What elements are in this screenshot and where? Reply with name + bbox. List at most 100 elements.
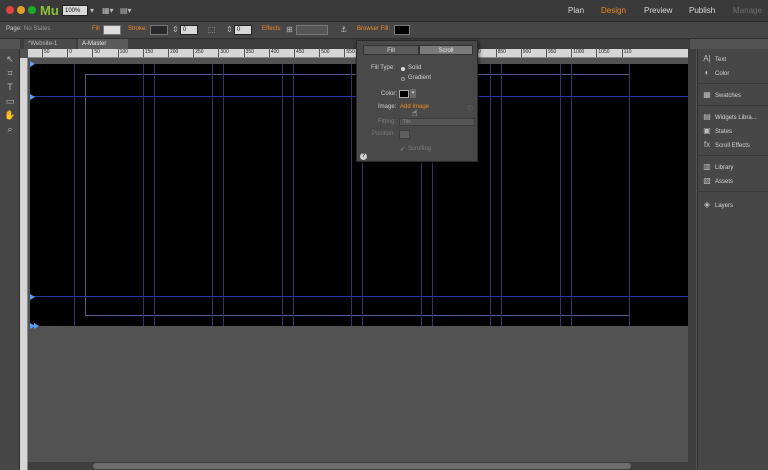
panel-library[interactable]: ▥ Library — [702, 161, 733, 173]
stroke-width-field[interactable]: 0 — [180, 25, 198, 35]
effects-label[interactable]: Effects: — [262, 26, 282, 32]
anchor-icon[interactable]: ⚓ — [340, 25, 347, 35]
column-guide — [223, 64, 224, 326]
crop-tool-icon[interactable]: ⌗ — [4, 67, 16, 79]
radio-gradient[interactable] — [401, 77, 405, 81]
layout-options-icon[interactable]: ▤▾ — [120, 5, 132, 16]
column-guide — [490, 64, 491, 326]
text-panel-icon: A| — [703, 54, 711, 63]
ruler-label: 50 — [94, 49, 100, 55]
fill-swatch[interactable] — [103, 25, 121, 35]
panel-label: Color — [715, 71, 730, 77]
mode-design[interactable]: Design — [601, 6, 626, 15]
vertical-ruler — [20, 58, 28, 470]
stepper-icon[interactable]: ⇕ — [172, 25, 179, 35]
corner-radius-field[interactable]: 0 — [234, 25, 252, 35]
fitting-select[interactable]: Tile — [399, 118, 475, 126]
hand-tool-icon[interactable]: ✋ — [4, 109, 16, 121]
panel-swatches[interactable]: ▦ Swatches — [702, 89, 741, 101]
panel-color[interactable]: ◐ Color — [702, 67, 730, 79]
header-guide-marker[interactable] — [30, 94, 35, 100]
horizontal-guide[interactable] — [30, 296, 688, 297]
info-icon[interactable]: ⓘ — [467, 104, 473, 113]
effects-icon[interactable]: ⊞ — [286, 25, 293, 35]
horizontal-scroll-thumb[interactable] — [93, 463, 631, 469]
ruler-label: 500 — [321, 49, 330, 55]
color-swatch[interactable] — [399, 90, 409, 98]
panel-divider — [698, 191, 768, 192]
stroke-swatch[interactable] — [150, 25, 168, 35]
ruler-tick — [67, 48, 69, 57]
column-guide — [74, 64, 75, 326]
tab-a-master[interactable]: A-Master — [78, 39, 128, 49]
panel-label: Scroll Effects — [715, 143, 750, 149]
ruler-label: 950 — [548, 49, 557, 55]
stepper-icon[interactable]: ⇕ — [226, 25, 233, 35]
browser-fill-popup: Fill Scroll Fill Type: Solid Gradient Co… — [356, 40, 478, 162]
radio-solid[interactable] — [401, 67, 405, 71]
panel-states[interactable]: ▣ States — [702, 125, 732, 137]
zoom-level-field[interactable]: 100% — [62, 5, 88, 16]
close-window-button[interactable] — [6, 6, 14, 14]
column-guide — [143, 64, 144, 326]
panel-layers[interactable]: ◈ Layers — [702, 199, 733, 211]
page-state-value[interactable]: No States — [24, 26, 50, 32]
column-guide — [282, 64, 283, 326]
ruler-label: 350 — [245, 49, 254, 55]
position-grid[interactable] — [399, 130, 410, 139]
column-guide — [560, 64, 561, 326]
effects-dropdown[interactable] — [296, 25, 328, 35]
page-bottom-marker[interactable] — [34, 323, 39, 329]
mode-preview[interactable]: Preview — [644, 6, 672, 15]
column-guide — [154, 64, 155, 326]
ruler-label: 200 — [170, 49, 179, 55]
ruler-label: 100 — [119, 49, 128, 55]
ruler-tick — [268, 48, 270, 57]
footer-guide-marker[interactable] — [30, 294, 35, 300]
chevron-down-icon[interactable]: ▾ — [410, 89, 416, 98]
fx-icon: fx — [703, 140, 711, 149]
browser-fill-swatch[interactable] — [394, 25, 410, 35]
panel-label: Library — [715, 165, 734, 171]
assets-panel-icon: ▧ — [703, 176, 711, 185]
column-guide — [501, 64, 502, 326]
browser-fill-label[interactable]: Browser Fill: — [357, 26, 390, 32]
panel-label: Widgets Libra... — [715, 115, 757, 121]
panel-label: Text — [715, 57, 727, 63]
zoom-window-button[interactable] — [28, 6, 36, 14]
mode-manage[interactable]: Manage — [733, 6, 762, 15]
minimize-window-button[interactable] — [17, 6, 25, 14]
mode-plan[interactable]: Plan — [568, 6, 584, 15]
checkmark-icon[interactable]: ✔ — [400, 146, 405, 153]
mode-publish[interactable]: Publish — [689, 6, 715, 15]
stroke-label[interactable]: Stroke: — [128, 26, 147, 32]
tab-scroll[interactable]: Scroll — [419, 45, 473, 55]
ruler-tick — [42, 48, 43, 57]
panel-divider — [698, 155, 768, 156]
panel-assets[interactable]: ▧ Assets — [702, 175, 733, 187]
fill-label[interactable]: Fill — [92, 26, 100, 32]
column-guide — [212, 64, 213, 326]
selection-tool-icon[interactable]: ↖ — [4, 53, 16, 65]
position-label: Position: — [372, 131, 396, 137]
chevron-down-icon[interactable]: ▾ — [90, 5, 94, 16]
text-tool-icon[interactable]: T — [4, 81, 16, 93]
header-marker[interactable] — [30, 61, 35, 67]
fill-type-label: Fill Type: — [371, 65, 395, 71]
gradient-label: Gradient — [408, 75, 432, 81]
tab-website[interactable]: *Website-1 — [24, 39, 76, 49]
panel-text[interactable]: A| Text — [702, 53, 726, 65]
view-options-icon[interactable]: ▦▾ — [102, 5, 114, 16]
panel-widgets-library[interactable]: ▤ Widgets Libra... — [702, 111, 757, 123]
ruler-tick — [243, 48, 245, 57]
tab-fill[interactable]: Fill — [363, 45, 419, 55]
panel-scroll-effects[interactable]: fx Scroll Effects — [702, 139, 750, 151]
ruler-tick — [571, 48, 573, 57]
vertical-scrollbar[interactable] — [688, 49, 696, 470]
help-icon[interactable]: ? — [360, 153, 367, 160]
rectangle-tool-icon[interactable]: ▭ — [4, 95, 16, 107]
swatches-panel-icon: ▦ — [703, 90, 711, 99]
zoom-tool-icon[interactable]: ⌕ — [4, 123, 16, 135]
column-guide — [351, 64, 352, 326]
ruler-label: 400 — [270, 49, 280, 55]
